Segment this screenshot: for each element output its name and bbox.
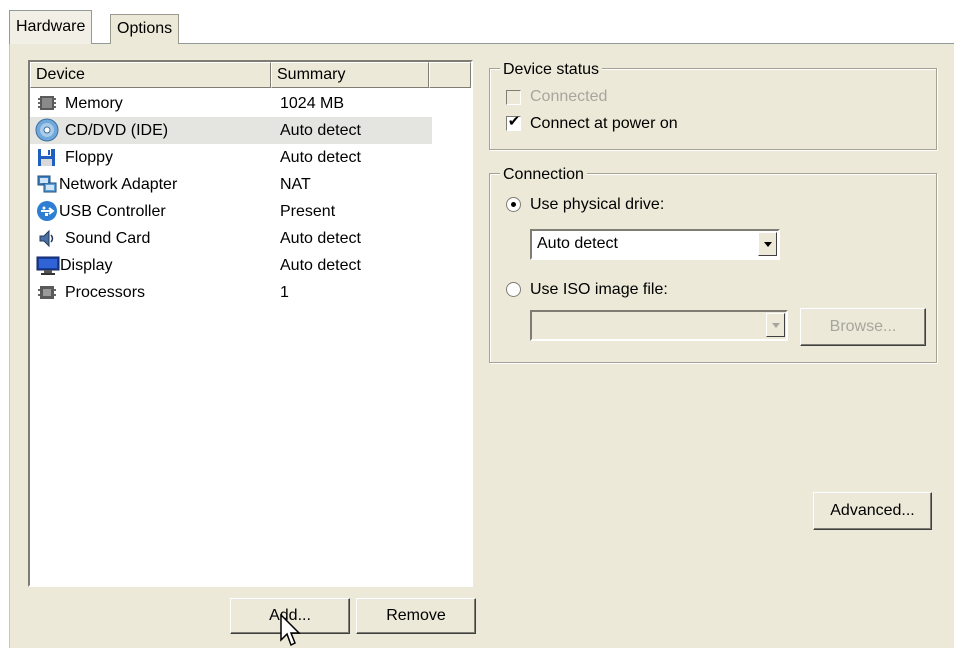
chevron-down-icon — [772, 323, 780, 328]
advanced-button[interactable]: Advanced... — [813, 492, 932, 530]
device-row-display[interactable]: Display Auto detect — [30, 252, 432, 279]
use-iso-image-label: Use ISO image file: — [530, 281, 668, 298]
device-summary: NAT — [280, 176, 311, 193]
mouse-pointer-icon — [280, 614, 301, 647]
device-list[interactable]: Device Summary Memory 1024 MB CD/DVD (ID… — [28, 60, 473, 587]
device-summary: Auto detect — [280, 230, 361, 247]
column-header-device[interactable]: Device — [30, 62, 271, 88]
physical-drive-value: Auto detect — [537, 235, 618, 252]
use-iso-image-radio[interactable] — [506, 282, 521, 297]
device-row-network-adapter[interactable]: Network Adapter NAT — [30, 171, 432, 198]
radio-selected-dot — [511, 202, 516, 207]
use-physical-drive-radio[interactable] — [506, 197, 521, 212]
device-name: USB Controller — [59, 203, 166, 220]
network-adapter-icon — [37, 175, 57, 193]
display-icon — [36, 256, 60, 275]
checkmark-icon: ✔ — [507, 113, 521, 130]
chevron-down-icon — [764, 242, 772, 247]
remove-button[interactable]: Remove — [356, 598, 476, 634]
device-row-cd-dvd[interactable]: CD/DVD (IDE) Auto detect — [30, 117, 432, 144]
iso-image-select[interactable] — [530, 310, 788, 341]
dropdown-arrow-button[interactable] — [758, 232, 777, 256]
connection-title: Connection — [500, 166, 587, 184]
device-name: Floppy — [65, 149, 114, 166]
tab-strip: Hardware Options — [0, 0, 954, 46]
connected-label: Connected — [530, 88, 608, 105]
connect-at-power-on-label: Connect at power on — [530, 115, 678, 132]
device-summary: Auto detect — [280, 122, 361, 139]
device-summary: 1 — [280, 284, 289, 301]
connected-checkbox[interactable] — [506, 90, 521, 105]
column-header-filler — [429, 62, 471, 88]
device-row-processors[interactable]: Processors 1 — [30, 279, 432, 306]
physical-drive-select[interactable]: Auto detect — [530, 229, 780, 260]
dropdown-arrow-button[interactable] — [766, 313, 785, 337]
memory-icon — [38, 96, 56, 110]
device-name: CD/DVD (IDE) — [65, 122, 169, 139]
device-row-memory[interactable]: Memory 1024 MB — [30, 90, 432, 117]
device-summary: Auto detect — [280, 149, 361, 166]
device-summary: Present — [280, 203, 336, 220]
tab-hardware[interactable]: Hardware — [9, 10, 93, 44]
device-summary: 1024 MB — [280, 95, 345, 112]
device-status-group — [489, 68, 937, 150]
device-row-floppy[interactable]: Floppy Auto detect — [30, 144, 432, 171]
cd-dvd-icon — [35, 118, 59, 142]
device-summary: Auto detect — [280, 257, 361, 274]
use-physical-drive-label: Use physical drive: — [530, 196, 665, 213]
device-row-sound-card[interactable]: Sound Card Auto detect — [30, 225, 432, 252]
tab-options[interactable]: Options — [110, 14, 180, 44]
floppy-icon — [38, 149, 55, 166]
column-header-summary[interactable]: Summary — [271, 62, 429, 88]
device-list-header: Device Summary — [30, 62, 471, 88]
usb-icon — [37, 201, 57, 221]
device-name: Display — [60, 257, 113, 274]
device-name: Memory — [65, 95, 123, 112]
connect-at-power-on-checkbox[interactable]: ✔ — [506, 113, 521, 131]
sound-card-icon — [39, 229, 54, 248]
device-name: Network Adapter — [59, 176, 178, 193]
processor-icon — [38, 286, 56, 299]
browse-button[interactable]: Browse... — [800, 308, 926, 346]
device-status-title: Device status — [500, 61, 603, 79]
device-name: Sound Card — [65, 230, 151, 247]
device-name: Processors — [65, 284, 146, 301]
device-row-usb-controller[interactable]: USB Controller Present — [30, 198, 432, 225]
